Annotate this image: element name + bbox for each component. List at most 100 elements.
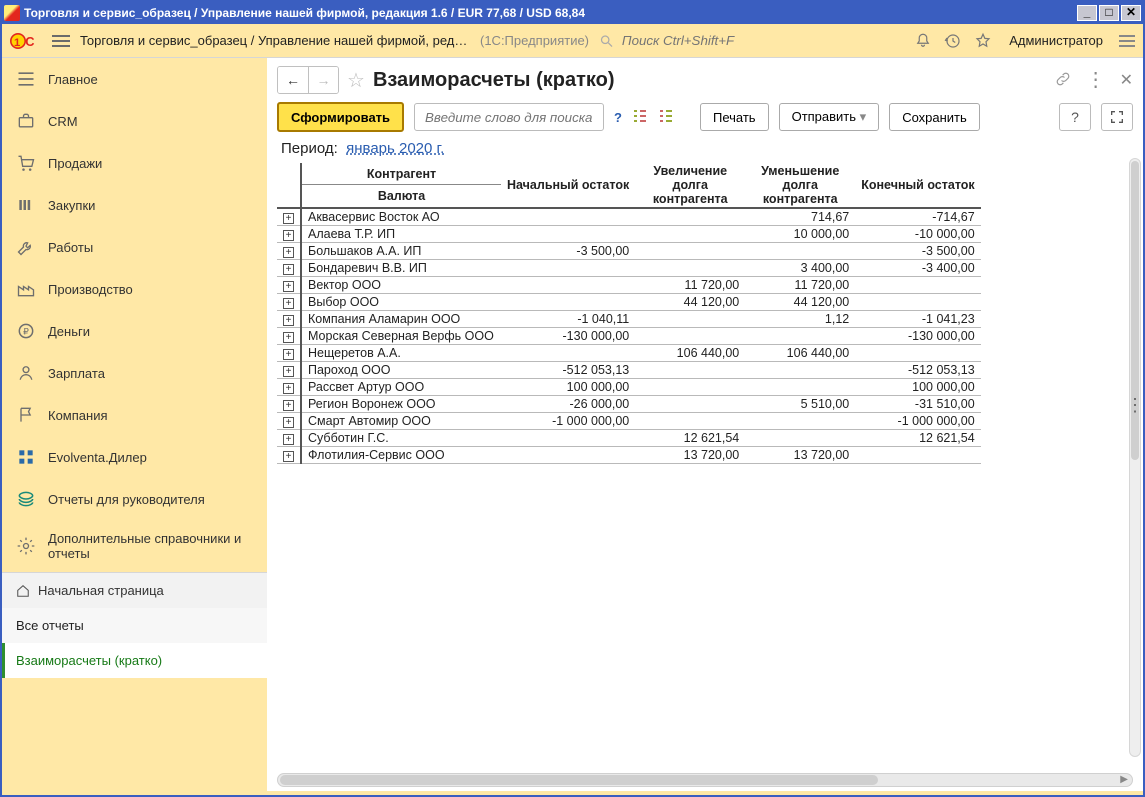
tab-all-reports[interactable]: Все отчеты <box>2 608 267 643</box>
global-search[interactable] <box>599 32 903 49</box>
tab-home[interactable]: Начальная страница <box>2 573 267 608</box>
search-help-icon[interactable]: ? <box>614 110 622 125</box>
logo-1c-icon: С 1 <box>10 30 42 52</box>
table-row[interactable]: +Субботин Г.С.12 621,5412 621,54 <box>277 430 981 447</box>
table-row[interactable]: +Смарт Автомир ООО-1 000 000,00-1 000 00… <box>277 413 981 430</box>
tab-current-report[interactable]: Взаиморасчеты (кратко) <box>2 643 267 678</box>
cell-name: Бондаревич В.В. ИП <box>301 260 501 277</box>
print-button[interactable]: Печать <box>700 103 769 131</box>
star-icon[interactable] <box>973 31 993 51</box>
window-title: Торговля и сервис_образец / Управление н… <box>24 6 585 20</box>
table-row[interactable]: +Аквасервис Восток АО714,67-714,67 <box>277 208 981 226</box>
favorite-star-icon[interactable]: ☆ <box>347 68 365 93</box>
expand-row-icon[interactable]: + <box>283 281 294 292</box>
expand-row-icon[interactable]: + <box>283 366 294 377</box>
maximize-button[interactable]: □ <box>1099 5 1119 21</box>
expand-row-icon[interactable]: + <box>283 451 294 462</box>
col-end-balance: Конечный остаток <box>855 163 980 208</box>
table-row[interactable]: +Бондаревич В.В. ИП3 400,00-3 400,00 <box>277 260 981 277</box>
expand-row-icon[interactable]: + <box>283 332 294 343</box>
save-button[interactable]: Сохранить <box>889 103 980 131</box>
sidebar-item-label: Компания <box>48 408 108 423</box>
nav-back-forward: ← → <box>277 66 339 94</box>
expand-row-icon[interactable]: + <box>283 383 294 394</box>
app-icon <box>4 5 20 21</box>
horizontal-scrollbar[interactable]: ▶ <box>277 773 1133 787</box>
history-icon[interactable] <box>943 31 963 51</box>
person-icon <box>16 363 36 383</box>
sidebar-item-3[interactable]: Закупки <box>2 184 267 226</box>
table-row[interactable]: +Регион Воронеж ООО-26 000,005 510,00-31… <box>277 396 981 413</box>
cell-start: -1 040,11 <box>501 311 635 328</box>
vertical-scrollbar[interactable] <box>1129 158 1141 757</box>
expand-row-icon[interactable]: + <box>283 434 294 445</box>
cell-inc <box>635 311 745 328</box>
factory-icon <box>16 279 36 299</box>
fullscreen-button[interactable] <box>1101 103 1133 131</box>
report-search-input[interactable] <box>423 104 595 130</box>
sidebar-item-0[interactable]: Главное <box>2 58 267 100</box>
sidebar-item-5[interactable]: Производство <box>2 268 267 310</box>
table-row[interactable]: +Пароход ООО-512 053,13-512 053,13 <box>277 362 981 379</box>
gear-icon <box>16 536 36 556</box>
table-row[interactable]: +Большаков А.А. ИП-3 500,00-3 500,00 <box>277 243 981 260</box>
nav-forward-button[interactable]: → <box>308 67 338 93</box>
period-value-link[interactable]: январь 2020 г. <box>346 140 444 157</box>
cell-start <box>501 447 635 464</box>
settings-menu-icon[interactable] <box>1119 35 1135 47</box>
report-search[interactable] <box>414 103 604 131</box>
more-icon[interactable]: ⋮ <box>1086 75 1106 85</box>
expand-row-icon[interactable]: + <box>283 349 294 360</box>
side-panel-handle-icon[interactable]: ⋮ <box>1126 395 1142 416</box>
table-row[interactable]: +Вектор ООО11 720,0011 720,00 <box>277 277 981 294</box>
cell-dec: 1,12 <box>745 311 855 328</box>
cell-end: -3 400,00 <box>855 260 980 277</box>
collapse-rows-icon[interactable] <box>632 108 648 127</box>
sidebar-item-10[interactable]: Отчеты для руководителя <box>2 478 267 520</box>
link-icon[interactable] <box>1054 70 1072 91</box>
sidebar-item-2[interactable]: Продажи <box>2 142 267 184</box>
global-search-input[interactable] <box>620 32 903 49</box>
table-row[interactable]: +Морская Северная Верфь ООО-130 000,00-1… <box>277 328 981 345</box>
cell-name: Пароход ООО <box>301 362 501 379</box>
bell-icon[interactable] <box>913 31 933 51</box>
expand-row-icon[interactable]: + <box>283 247 294 258</box>
send-button[interactable]: Отправить <box>779 103 880 131</box>
briefcase-icon <box>16 111 36 131</box>
expand-row-icon[interactable]: + <box>283 417 294 428</box>
table-row[interactable]: +Нещеретов А.А.106 440,00106 440,00 <box>277 345 981 362</box>
expand-rows-icon[interactable] <box>658 108 674 127</box>
nav-back-button[interactable]: ← <box>278 67 308 93</box>
cell-dec <box>745 430 855 447</box>
expand-row-icon[interactable]: + <box>283 213 294 224</box>
main-menu-icon[interactable] <box>52 35 70 47</box>
cell-dec <box>745 379 855 396</box>
expand-row-icon[interactable]: + <box>283 400 294 411</box>
table-row[interactable]: +Компания Аламарин ООО-1 040,111,12-1 04… <box>277 311 981 328</box>
generate-button[interactable]: Сформировать <box>277 102 404 132</box>
sidebar-item-6[interactable]: ₽Деньги <box>2 310 267 352</box>
sidebar-item-7[interactable]: Зарплата <box>2 352 267 394</box>
user-menu[interactable]: Администратор <box>1003 33 1109 48</box>
sidebar-item-11[interactable]: Дополнительные справочники и отчеты <box>2 520 267 572</box>
close-window-button[interactable]: ✕ <box>1121 5 1141 21</box>
sidebar-item-1[interactable]: CRM <box>2 100 267 142</box>
sidebar-item-9[interactable]: Evolventa.Дилер <box>2 436 267 478</box>
sidebar-item-label: Продажи <box>48 156 102 171</box>
expand-row-icon[interactable]: + <box>283 315 294 326</box>
sidebar-item-4[interactable]: Работы <box>2 226 267 268</box>
table-row[interactable]: +Выбор ООО44 120,0044 120,00 <box>277 294 981 311</box>
expand-row-icon[interactable]: + <box>283 230 294 241</box>
sidebar-item-label: Отчеты для руководителя <box>48 492 205 507</box>
sidebar-item-8[interactable]: Компания <box>2 394 267 436</box>
expand-row-icon[interactable]: + <box>283 298 294 309</box>
table-row[interactable]: +Рассвет Артур ООО100 000,00100 000,00 <box>277 379 981 396</box>
help-button[interactable]: ? <box>1059 103 1091 131</box>
cell-start: -1 000 000,00 <box>501 413 635 430</box>
coin-icon: ₽ <box>16 321 36 341</box>
close-tab-button[interactable]: ✕ <box>1120 70 1133 90</box>
minimize-button[interactable]: _ <box>1077 5 1097 21</box>
expand-row-icon[interactable]: + <box>283 264 294 275</box>
table-row[interactable]: +Алаева Т.Р. ИП10 000,00-10 000,00 <box>277 226 981 243</box>
table-row[interactable]: +Флотилия-Сервис ООО13 720,0013 720,00 <box>277 447 981 464</box>
